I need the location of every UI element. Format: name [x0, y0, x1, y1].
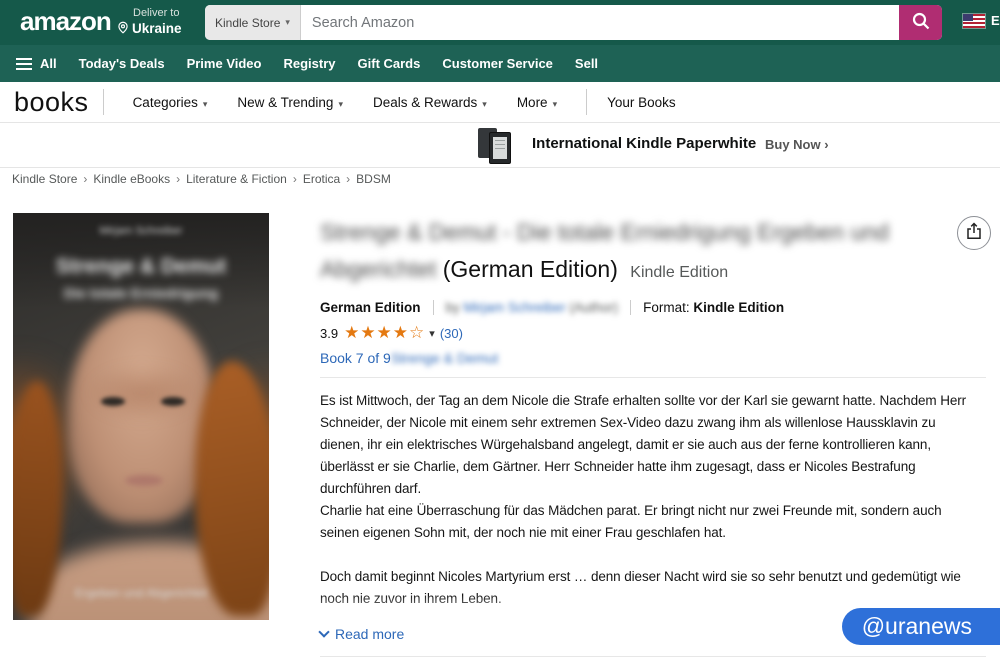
product-description: Es ist Mittwoch, der Tag an dem Nicole d… — [320, 390, 980, 626]
cover-eye-art — [101, 397, 125, 406]
nav-customer-service[interactable]: Customer Service — [442, 56, 553, 71]
divider — [320, 656, 986, 657]
amazon-logo-text: amazon — [20, 6, 111, 36]
breadcrumb-kindle-ebooks[interactable]: Kindle eBooks — [93, 172, 170, 186]
books-nav-deals-rewards[interactable]: Deals & Rewards▾ — [373, 95, 487, 110]
top-nav-bar: amazon Deliver to Ukraine Kindle Store ▾ — [0, 0, 1000, 45]
books-nav-your-books[interactable]: Your Books — [607, 95, 676, 110]
books-logo[interactable]: books — [14, 87, 89, 118]
share-icon — [966, 222, 982, 245]
divider — [103, 89, 104, 115]
search-category-label: Kindle Store — [215, 16, 280, 30]
search-icon — [911, 11, 931, 34]
divider — [433, 300, 434, 315]
nav-all-label: All — [40, 56, 57, 71]
cover-eye-art — [161, 397, 185, 406]
search-category-dropdown[interactable]: Kindle Store ▾ — [205, 5, 301, 40]
product-detail-section: Strenge & Demut - Die totale Erniedrigun… — [320, 214, 986, 657]
format-label: Format: — [643, 300, 690, 315]
kindle-paperwhite-banner: International Kindle Paperwhite Buy Now … — [0, 123, 1000, 168]
location-pin-icon — [116, 20, 130, 38]
series-name-blurred: Strenge & Demut — [391, 350, 498, 366]
deliver-to-label: Deliver to — [133, 6, 182, 20]
share-button[interactable] — [957, 216, 991, 250]
cover-hair-strand — [195, 361, 269, 616]
book-cover-image[interactable]: Mirjam Schreiber Strenge & Demut Die tot… — [13, 213, 269, 620]
deliver-to-selector[interactable]: Deliver to Ukraine — [116, 6, 182, 38]
format-value: Kindle Edition — [693, 300, 784, 315]
product-byline: German Edition by Mirjam Schreiber (Auth… — [320, 300, 986, 315]
cover-author-blurred: Mirjam Schreiber — [13, 225, 269, 237]
edition-label: German Edition — [320, 300, 421, 315]
nav-gift-cards[interactable]: Gift Cards — [358, 56, 421, 71]
product-title-format: Kindle Edition — [630, 264, 728, 281]
read-more-label: Read more — [335, 626, 404, 642]
language-selector[interactable]: EN — [963, 13, 1000, 28]
series-link[interactable]: Book 7 of 9 Strenge & Demut — [320, 350, 986, 366]
breadcrumb-separator: › — [293, 172, 297, 186]
rating-row: 3.9 ★★★★ ☆ ▾ (30) — [320, 323, 986, 343]
cover-title-blurred-2: Die totale Erniedrigung — [13, 285, 269, 301]
hamburger-icon — [16, 63, 32, 65]
author-link-blurred: Mirjam Schreiber — [464, 300, 566, 315]
rating-value: 3.9 — [320, 326, 338, 341]
divider — [586, 89, 587, 115]
description-paragraph: Es ist Mittwoch, der Tag an dem Nicole d… — [320, 390, 980, 500]
chevron-down-icon: ▾ — [203, 99, 208, 109]
breadcrumb-separator: › — [346, 172, 350, 186]
cover-subtitle-blurred: Ergeben und Abgerichtet — [13, 586, 269, 600]
amazon-logo[interactable]: amazon — [20, 6, 111, 37]
banner-title: International Kindle Paperwhite — [532, 135, 756, 152]
description-paragraph: Charlie hat eine Überraschung für das Mä… — [320, 500, 980, 544]
nav-registry[interactable]: Registry — [283, 56, 335, 71]
books-nav-new-trending[interactable]: New & Trending▾ — [237, 95, 343, 110]
books-nav-categories[interactable]: Categories▾ — [133, 95, 208, 110]
star-empty-icon: ☆ — [409, 323, 424, 343]
cover-lips-art — [125, 475, 163, 486]
breadcrumb-bdsm[interactable]: BDSM — [356, 172, 391, 186]
search-bar: Kindle Store ▾ — [205, 5, 942, 40]
secondary-nav-bar: All Today's Deals Prime Video Registry G… — [0, 45, 1000, 82]
cover-title-blurred-1: Strenge & Demut — [13, 255, 269, 279]
product-title-blurred-word: Abgerichtet — [320, 256, 436, 282]
breadcrumb-kindle-store[interactable]: Kindle Store — [12, 172, 77, 186]
deliver-location: Ukraine — [132, 22, 182, 36]
search-input[interactable] — [301, 5, 899, 40]
chevron-down-icon: ▾ — [338, 99, 343, 109]
nav-prime-video[interactable]: Prime Video — [187, 56, 262, 71]
breadcrumb-literature-fiction[interactable]: Literature & Fiction — [186, 172, 287, 186]
divider — [320, 377, 986, 378]
series-visible: Book 7 of 9 — [320, 350, 391, 366]
nav-todays-deals[interactable]: Today's Deals — [79, 56, 165, 71]
product-title: Strenge & Demut - Die totale Erniedrigun… — [320, 214, 930, 291]
chevron-down-icon: ▾ — [285, 17, 290, 28]
chevron-down-icon: ▾ — [553, 99, 558, 109]
buy-now-link[interactable]: Buy Now › — [765, 137, 829, 152]
author-blurred[interactable]: by Mirjam Schreiber (Author) — [446, 300, 619, 315]
nav-sell[interactable]: Sell — [575, 56, 598, 71]
search-button[interactable] — [899, 5, 942, 40]
cover-freckles-art — [85, 363, 201, 423]
breadcrumb-separator: › — [176, 172, 180, 186]
kindle-device-icon — [478, 127, 520, 165]
star-rating-icons: ★★★★ — [344, 323, 409, 343]
books-nav-bar: books Categories▾ New & Trending▾ Deals … — [0, 82, 1000, 123]
product-title-blurred-line1: Strenge & Demut - Die totale Erniedrigun… — [320, 219, 889, 245]
us-flag-icon — [963, 14, 985, 28]
chevron-down-icon — [318, 626, 329, 637]
rating-chevron-down-icon[interactable]: ▾ — [429, 327, 435, 340]
uranews-watermark: @uranews — [842, 608, 1000, 645]
product-title-visible: (German Edition) — [443, 256, 618, 282]
divider — [630, 300, 631, 315]
books-nav-more[interactable]: More▾ — [517, 95, 557, 110]
rating-count-link[interactable]: (30) — [440, 326, 463, 341]
nav-all-menu[interactable]: All — [14, 56, 57, 71]
language-label: EN — [991, 13, 1000, 28]
breadcrumb: Kindle Store › Kindle eBooks › Literatur… — [12, 172, 391, 186]
breadcrumb-erotica[interactable]: Erotica — [303, 172, 340, 186]
chevron-down-icon: ▾ — [482, 99, 487, 109]
breadcrumb-separator: › — [83, 172, 87, 186]
